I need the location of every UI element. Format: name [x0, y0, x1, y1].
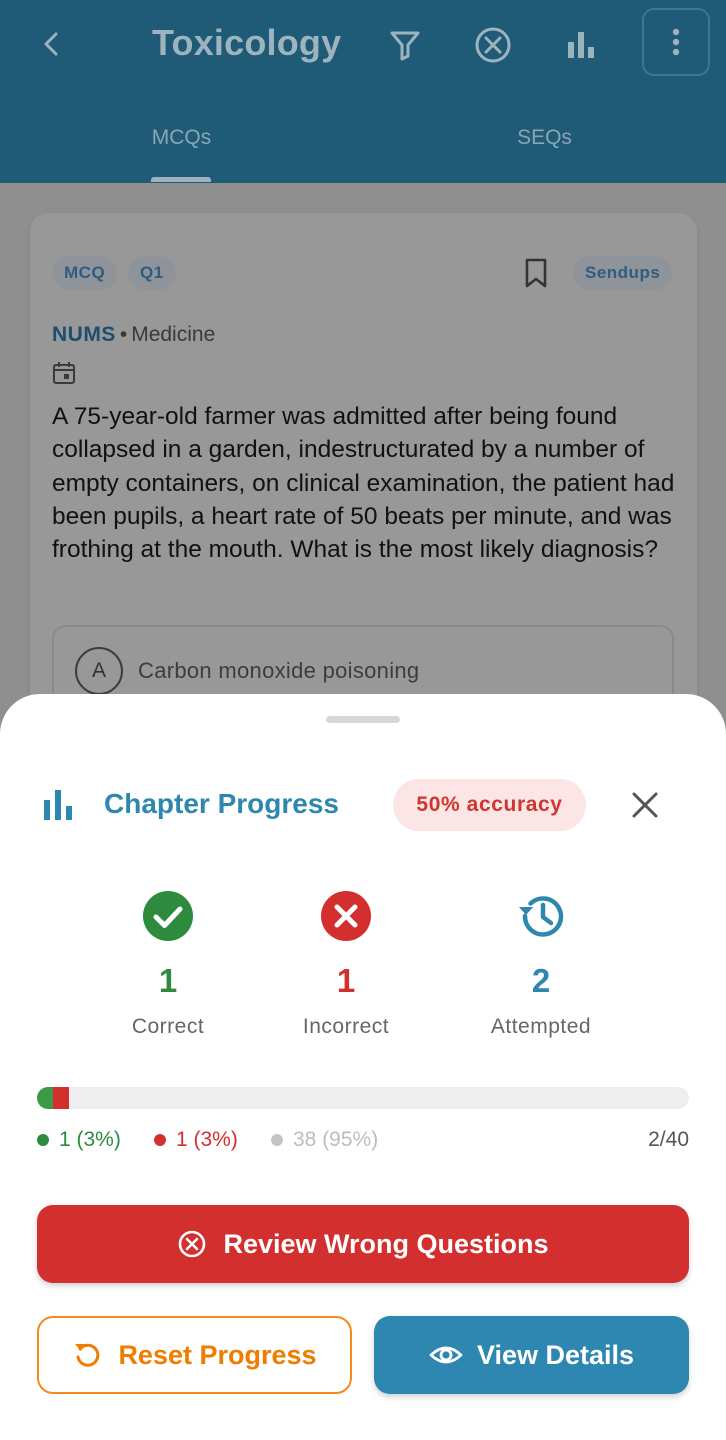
stats-chart-icon[interactable]: [556, 20, 606, 70]
source-chip: Sendups: [573, 256, 673, 290]
legend-incorrect: 1 (3%): [154, 1128, 238, 1152]
review-wrong-questions-button[interactable]: Review Wrong Questions: [37, 1205, 689, 1283]
progress-fraction: 2/40: [648, 1128, 689, 1151]
legend-incorrect-dot: [154, 1134, 166, 1146]
subject-label: Medicine: [131, 323, 216, 346]
calendar-icon: [52, 361, 76, 385]
close-button[interactable]: [624, 784, 666, 826]
tab-seqs[interactable]: SEQs: [363, 126, 726, 150]
tab-mcqs[interactable]: MCQs: [0, 126, 363, 150]
legend-unattempted-text: 38 (95%): [293, 1128, 379, 1151]
progress-correct-fill: [37, 1087, 53, 1109]
bar-chart-icon: [42, 790, 76, 820]
question-type-chip: MCQ: [52, 256, 118, 290]
progress-incorrect-fill: [53, 1087, 69, 1109]
tab-bar: MCQs SEQs: [0, 100, 726, 183]
legend-correct-dot: [37, 1134, 49, 1146]
chapter-progress-sheet: Chapter Progress 50% accuracy 1 Correct …: [0, 694, 726, 1440]
incorrect-label: Incorrect: [302, 1015, 390, 1038]
stat-attempted: 2 Attempted: [446, 890, 636, 1039]
legend-incorrect-text: 1 (3%): [176, 1128, 238, 1151]
cancel-outline-icon: [179, 1230, 206, 1258]
stat-incorrect: 1 Incorrect: [251, 890, 441, 1039]
meta-separator: •: [119, 323, 128, 346]
question-number-chip: Q1: [128, 256, 176, 290]
legend-correct-text: 1 (3%): [59, 1128, 121, 1151]
progress-bar: [37, 1087, 689, 1109]
more-options-button[interactable]: [642, 8, 710, 76]
eye-icon: [429, 1346, 463, 1364]
tab-indicator: [151, 177, 211, 182]
bookmark-icon[interactable]: [523, 257, 553, 291]
legend-correct: 1 (3%): [37, 1128, 121, 1152]
incorrect-count: 1: [336, 962, 356, 999]
view-details-button[interactable]: View Details: [374, 1316, 689, 1394]
sheet-header: Chapter Progress 50% accuracy: [0, 774, 726, 838]
question-card: MCQ Q1 Sendups NUMS • Medicine A 75-year-o…: [30, 213, 697, 773]
more-vertical-icon: [672, 28, 680, 56]
reset-button-label: Reset Progress: [118, 1339, 317, 1370]
reset-progress-button[interactable]: Reset Progress: [37, 1316, 352, 1394]
filter-icon[interactable]: [380, 20, 430, 70]
app-bar-row: Toxicology: [0, 0, 726, 90]
history-icon: [515, 890, 567, 942]
option-letter: A: [75, 647, 123, 695]
university-label: NUMS: [52, 323, 116, 346]
clear-circle-icon[interactable]: [468, 20, 518, 70]
sheet-drag-handle[interactable]: [326, 716, 400, 723]
review-button-label: Review Wrong Questions: [223, 1228, 549, 1259]
attempted-label: Attempted: [490, 1015, 592, 1038]
question-text: A 75-year-old farmer was admitted after …: [52, 403, 675, 564]
question-meta: NUMS • Medicine: [52, 323, 215, 347]
sheet-title: Chapter Progress: [104, 788, 339, 819]
legend-unattempted: 38 (95%): [271, 1128, 378, 1152]
correct-count: 1: [158, 962, 178, 999]
view-button-label: View Details: [476, 1339, 635, 1370]
check-circle-icon: [142, 890, 194, 942]
stat-correct: 1 Correct: [73, 890, 263, 1039]
progress-legend: 1 (3%) 1 (3%) 38 (95%) 2/40: [37, 1128, 689, 1154]
app-bar: Toxicology MCQs SEQs: [0, 0, 726, 183]
page-title: Toxicology: [152, 22, 342, 63]
close-icon: [632, 792, 658, 818]
correct-label: Correct: [131, 1015, 205, 1038]
back-arrow-icon[interactable]: [30, 22, 74, 66]
reset-icon: [75, 1343, 100, 1367]
accuracy-badge: 50% accuracy: [393, 779, 586, 831]
cancel-circle-icon: [320, 890, 372, 942]
legend-unattempted-dot: [271, 1134, 283, 1146]
option-text: Carbon monoxide poisoning: [138, 658, 420, 683]
attempted-count: 2: [531, 962, 551, 999]
